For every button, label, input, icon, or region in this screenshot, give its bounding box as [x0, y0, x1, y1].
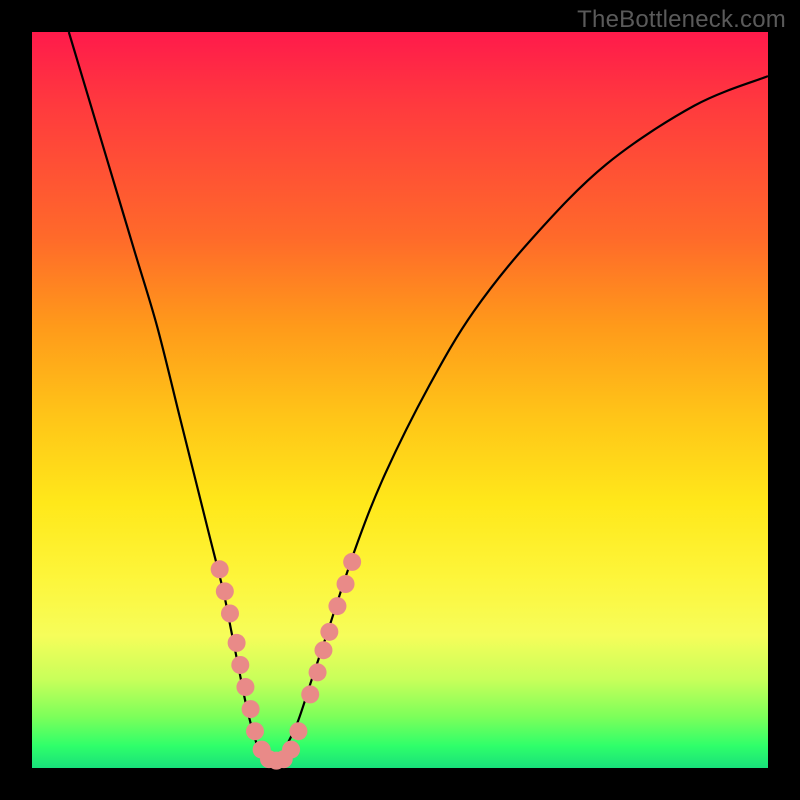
data-point — [337, 575, 355, 593]
data-point — [242, 700, 260, 718]
data-points — [211, 553, 361, 770]
data-point — [211, 560, 229, 578]
data-point — [231, 656, 249, 674]
data-point — [216, 582, 234, 600]
data-point — [309, 663, 327, 681]
bottleneck-curve — [69, 32, 768, 766]
data-point — [221, 604, 239, 622]
data-point — [328, 597, 346, 615]
data-point — [301, 685, 319, 703]
plot-area — [32, 32, 768, 768]
watermark-text: TheBottleneck.com — [577, 6, 786, 34]
data-point — [314, 641, 332, 659]
curve-svg — [32, 32, 768, 768]
data-point — [282, 741, 300, 759]
data-point — [228, 634, 246, 652]
data-point — [343, 553, 361, 571]
data-point — [246, 722, 264, 740]
chart-frame: TheBottleneck.com — [0, 0, 800, 800]
data-point — [236, 678, 254, 696]
data-point — [320, 623, 338, 641]
data-point — [289, 722, 307, 740]
